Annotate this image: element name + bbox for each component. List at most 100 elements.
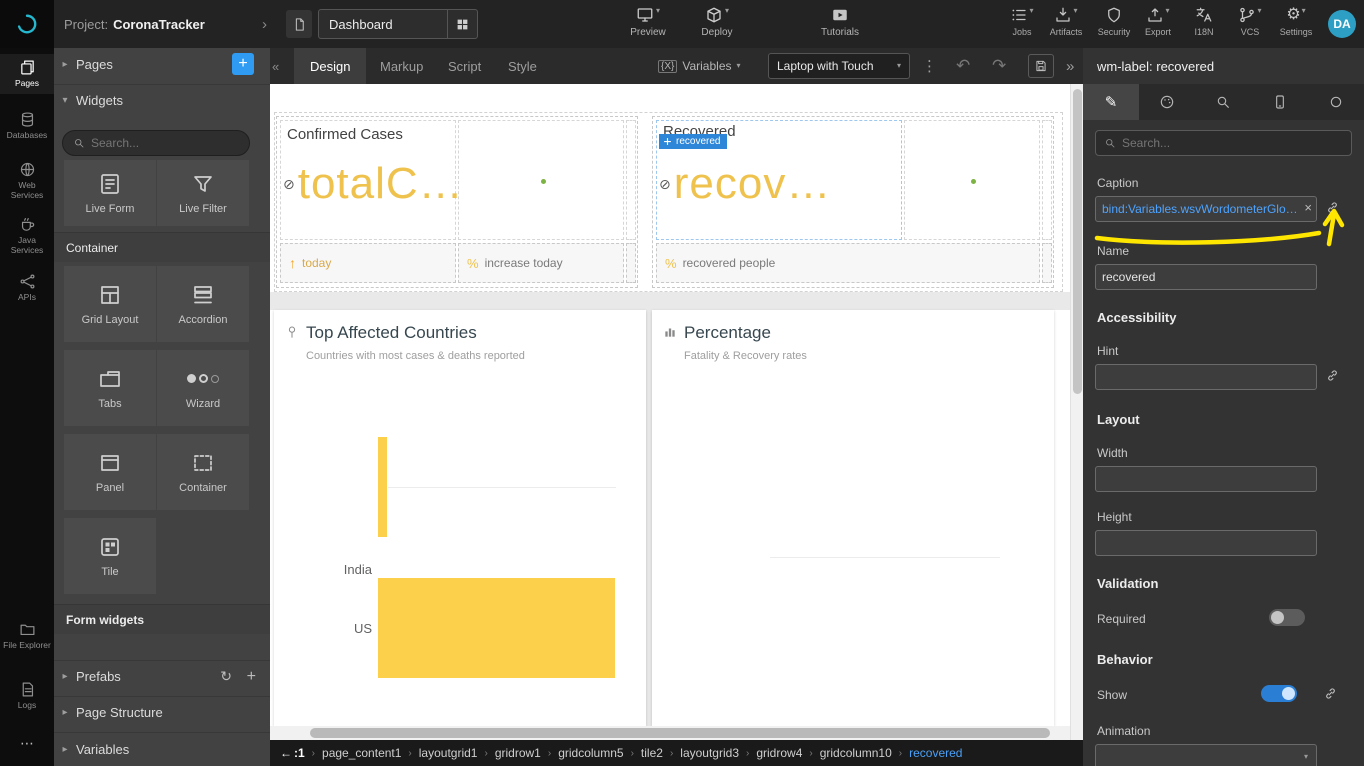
confirmed-footer-today[interactable]: ↑ today (280, 243, 456, 283)
widgets-section-header[interactable]: ▾ Widgets (54, 84, 270, 116)
confirmed-footer-increase[interactable]: % increase today (458, 243, 624, 283)
recovered-tile[interactable]: Recovered recovered ⊘ recov… % recovere (652, 116, 1054, 288)
sidebar-item-java-services[interactable]: Java Services (0, 211, 54, 261)
recovered-footer[interactable]: % recovered people (656, 243, 1040, 283)
add-prefab-button[interactable]: + (247, 668, 256, 686)
caption-bind-link-icon[interactable] (1325, 200, 1340, 220)
widget-search[interactable] (62, 130, 250, 156)
vertical-scrollbar-thumb[interactable] (1073, 89, 1082, 394)
tab-events[interactable] (1308, 84, 1364, 120)
sidebar-item-file-explorer[interactable]: File Explorer (0, 616, 54, 656)
preview-button[interactable]: ▾ Preview (620, 6, 676, 38)
undo-icon[interactable]: ↶ (956, 48, 970, 84)
save-button[interactable] (1028, 54, 1054, 78)
width-input[interactable] (1095, 466, 1317, 492)
required-toggle[interactable] (1269, 609, 1305, 626)
widget-tabs[interactable]: Tabs (64, 350, 156, 426)
vertical-scrollbar[interactable] (1070, 84, 1083, 740)
collapse-left-panel-icon[interactable]: « (272, 48, 279, 84)
tab-design[interactable]: Design (294, 48, 366, 84)
percentage-card[interactable]: Percentage Fatality & Recovery rates (652, 310, 1054, 726)
hint-bind-link-icon[interactable] (1325, 368, 1340, 388)
tab-search-advanced[interactable] (1195, 84, 1251, 120)
tab-styles[interactable] (1139, 84, 1195, 120)
tutorials-button[interactable]: Tutorials (812, 6, 868, 38)
top-countries-card[interactable]: Top Affected Countries Countries with mo… (274, 310, 646, 726)
horizontal-scrollbar-thumb[interactable] (310, 728, 1050, 738)
page-structure-section-header[interactable]: ▸ Page Structure (54, 696, 270, 728)
add-page-button[interactable]: + (232, 53, 254, 75)
vcs-button[interactable]: ▾ VCS (1230, 6, 1270, 37)
confirmed-content-cell[interactable]: Confirmed Cases ⊘ totalC… (280, 120, 456, 240)
breadcrumb-item[interactable]: page_content1 (322, 746, 401, 760)
widget-tile[interactable]: Tile (64, 518, 156, 594)
tab-device[interactable] (1252, 84, 1308, 120)
bar-us[interactable] (378, 578, 615, 678)
redo-icon[interactable]: ↷ (992, 48, 1006, 84)
device-selector[interactable]: Laptop with Touch ▾ (768, 53, 910, 79)
show-toggle[interactable] (1261, 685, 1297, 702)
variables-section-header[interactable]: ▸ Variables (54, 732, 270, 766)
bar-india[interactable] (378, 437, 387, 537)
security-button[interactable]: Security (1094, 6, 1134, 37)
widget-accordion[interactable]: Accordion (157, 266, 249, 342)
property-search-input[interactable] (1122, 136, 1343, 150)
recovered-empty-cell[interactable] (904, 120, 1040, 240)
tab-script[interactable]: Script (432, 48, 497, 84)
artifacts-button[interactable]: ▾ Artifacts (1046, 6, 1086, 37)
clear-binding-icon[interactable]: × (1304, 201, 1312, 215)
app-logo[interactable] (0, 0, 54, 48)
refresh-icon[interactable]: ↻ (220, 668, 232, 685)
caption-input[interactable] (1095, 196, 1317, 222)
page-doc-button[interactable] (286, 10, 312, 38)
page-grid-button[interactable] (447, 10, 477, 38)
i18n-button[interactable]: I18N (1184, 6, 1224, 37)
breadcrumb-item[interactable]: gridcolumn5 (558, 746, 623, 760)
confirmed-empty-cell[interactable] (458, 120, 624, 240)
widget-live-form[interactable]: Live Form (64, 160, 156, 226)
chevron-right-icon[interactable]: › (262, 0, 267, 48)
breadcrumb-item[interactable]: tile2 (641, 746, 663, 760)
property-search[interactable] (1095, 130, 1352, 156)
variables-menu[interactable]: {X} Variables ▾ (658, 48, 741, 84)
widget-panel[interactable]: Panel (64, 434, 156, 510)
tab-markup[interactable]: Markup (364, 48, 439, 84)
widget-live-filter[interactable]: Live Filter (157, 160, 249, 226)
height-input[interactable] (1095, 530, 1317, 556)
widget-search-input[interactable] (91, 136, 239, 150)
collapse-right-panel-icon[interactable]: » (1066, 48, 1074, 84)
widget-container[interactable]: Container (157, 434, 249, 510)
tab-properties[interactable]: ✎ (1083, 84, 1139, 120)
breadcrumb-item[interactable]: gridrow1 (495, 746, 541, 760)
breadcrumb-item[interactable]: layoutgrid3 (680, 746, 739, 760)
animation-select[interactable]: ▾ (1095, 744, 1317, 766)
sidebar-item-web-services[interactable]: Web Services (0, 156, 54, 206)
design-canvas[interactable]: Confirmed Cases ⊘ totalC… ↑ today % incr… (270, 84, 1070, 726)
deploy-button[interactable]: ▾ Deploy (692, 6, 742, 38)
user-avatar[interactable]: DA (1328, 10, 1356, 38)
recovered-value[interactable]: ⊘ recov… (659, 159, 831, 209)
kebab-menu-icon[interactable]: ⋮ (922, 48, 937, 84)
confirmed-value[interactable]: ⊘ totalC… (283, 159, 464, 209)
tab-style[interactable]: Style (492, 48, 553, 84)
breadcrumb-root[interactable]: ← :1 (280, 746, 305, 760)
breadcrumb-item[interactable]: layoutgrid1 (419, 746, 478, 760)
page-selector[interactable]: Dashboard (318, 9, 478, 39)
sidebar-item-apis[interactable]: APIs (0, 268, 54, 308)
prefabs-section-header[interactable]: ▸ Prefabs ↻ + (54, 660, 270, 692)
sidebar-item-pages[interactable]: Pages (0, 54, 54, 94)
breadcrumb-item-active[interactable]: recovered (909, 746, 962, 760)
recovered-content-cell[interactable]: Recovered recovered ⊘ recov… (656, 120, 902, 240)
export-button[interactable]: ▾ Export (1138, 6, 1178, 37)
sidebar-item-databases[interactable]: Databases (0, 106, 54, 146)
sidebar-item-logs[interactable]: Logs (0, 676, 54, 716)
show-bind-link-icon[interactable] (1323, 686, 1338, 706)
name-input[interactable] (1095, 264, 1317, 290)
settings-button[interactable]: ⚙ ▾ Settings (1276, 6, 1316, 37)
confirmed-cases-tile[interactable]: Confirmed Cases ⊘ totalC… ↑ today % incr… (276, 116, 638, 288)
pages-section-header[interactable]: ▸ Pages + (54, 48, 270, 80)
jobs-button[interactable]: ▾ Jobs (1002, 6, 1042, 37)
hint-input[interactable] (1095, 364, 1317, 390)
rail-more-button[interactable]: ⋯ (0, 730, 54, 756)
horizontal-scrollbar[interactable] (270, 726, 1070, 740)
